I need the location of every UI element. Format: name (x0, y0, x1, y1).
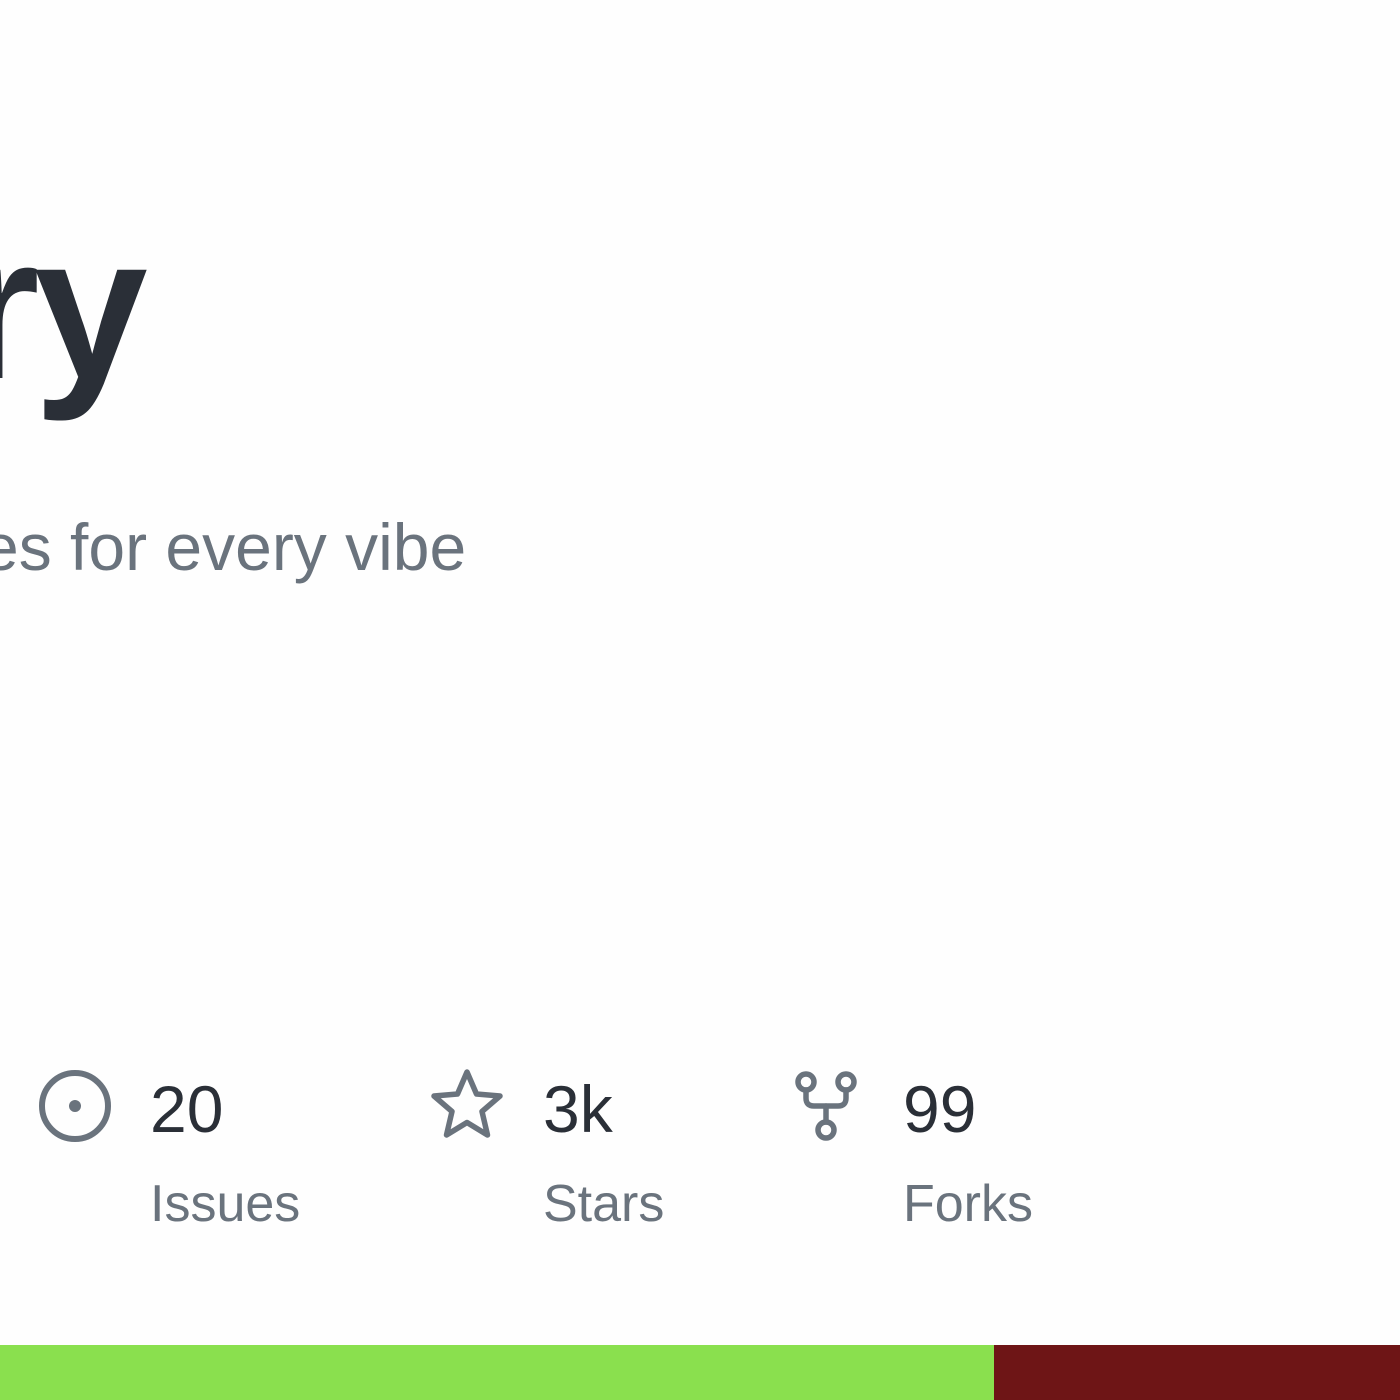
issues-label[interactable]: Issues (150, 1178, 300, 1230)
star-icon (427, 1066, 507, 1146)
stars-label[interactable]: Stars (543, 1178, 664, 1230)
language-bar (0, 1345, 1400, 1400)
forks-label[interactable]: Forks (903, 1178, 1033, 1230)
forks-count[interactable]: 99 (903, 1076, 976, 1142)
language-segment (994, 1345, 1400, 1400)
repo-title: ry (0, 193, 148, 422)
issue-opened-icon (35, 1065, 115, 1145)
repo-description: es for every vibe (0, 510, 467, 584)
language-segment (0, 1345, 994, 1400)
issues-count[interactable]: 20 (150, 1076, 223, 1142)
repo-forked-icon (786, 1066, 866, 1146)
stars-count[interactable]: 3k (543, 1076, 613, 1142)
